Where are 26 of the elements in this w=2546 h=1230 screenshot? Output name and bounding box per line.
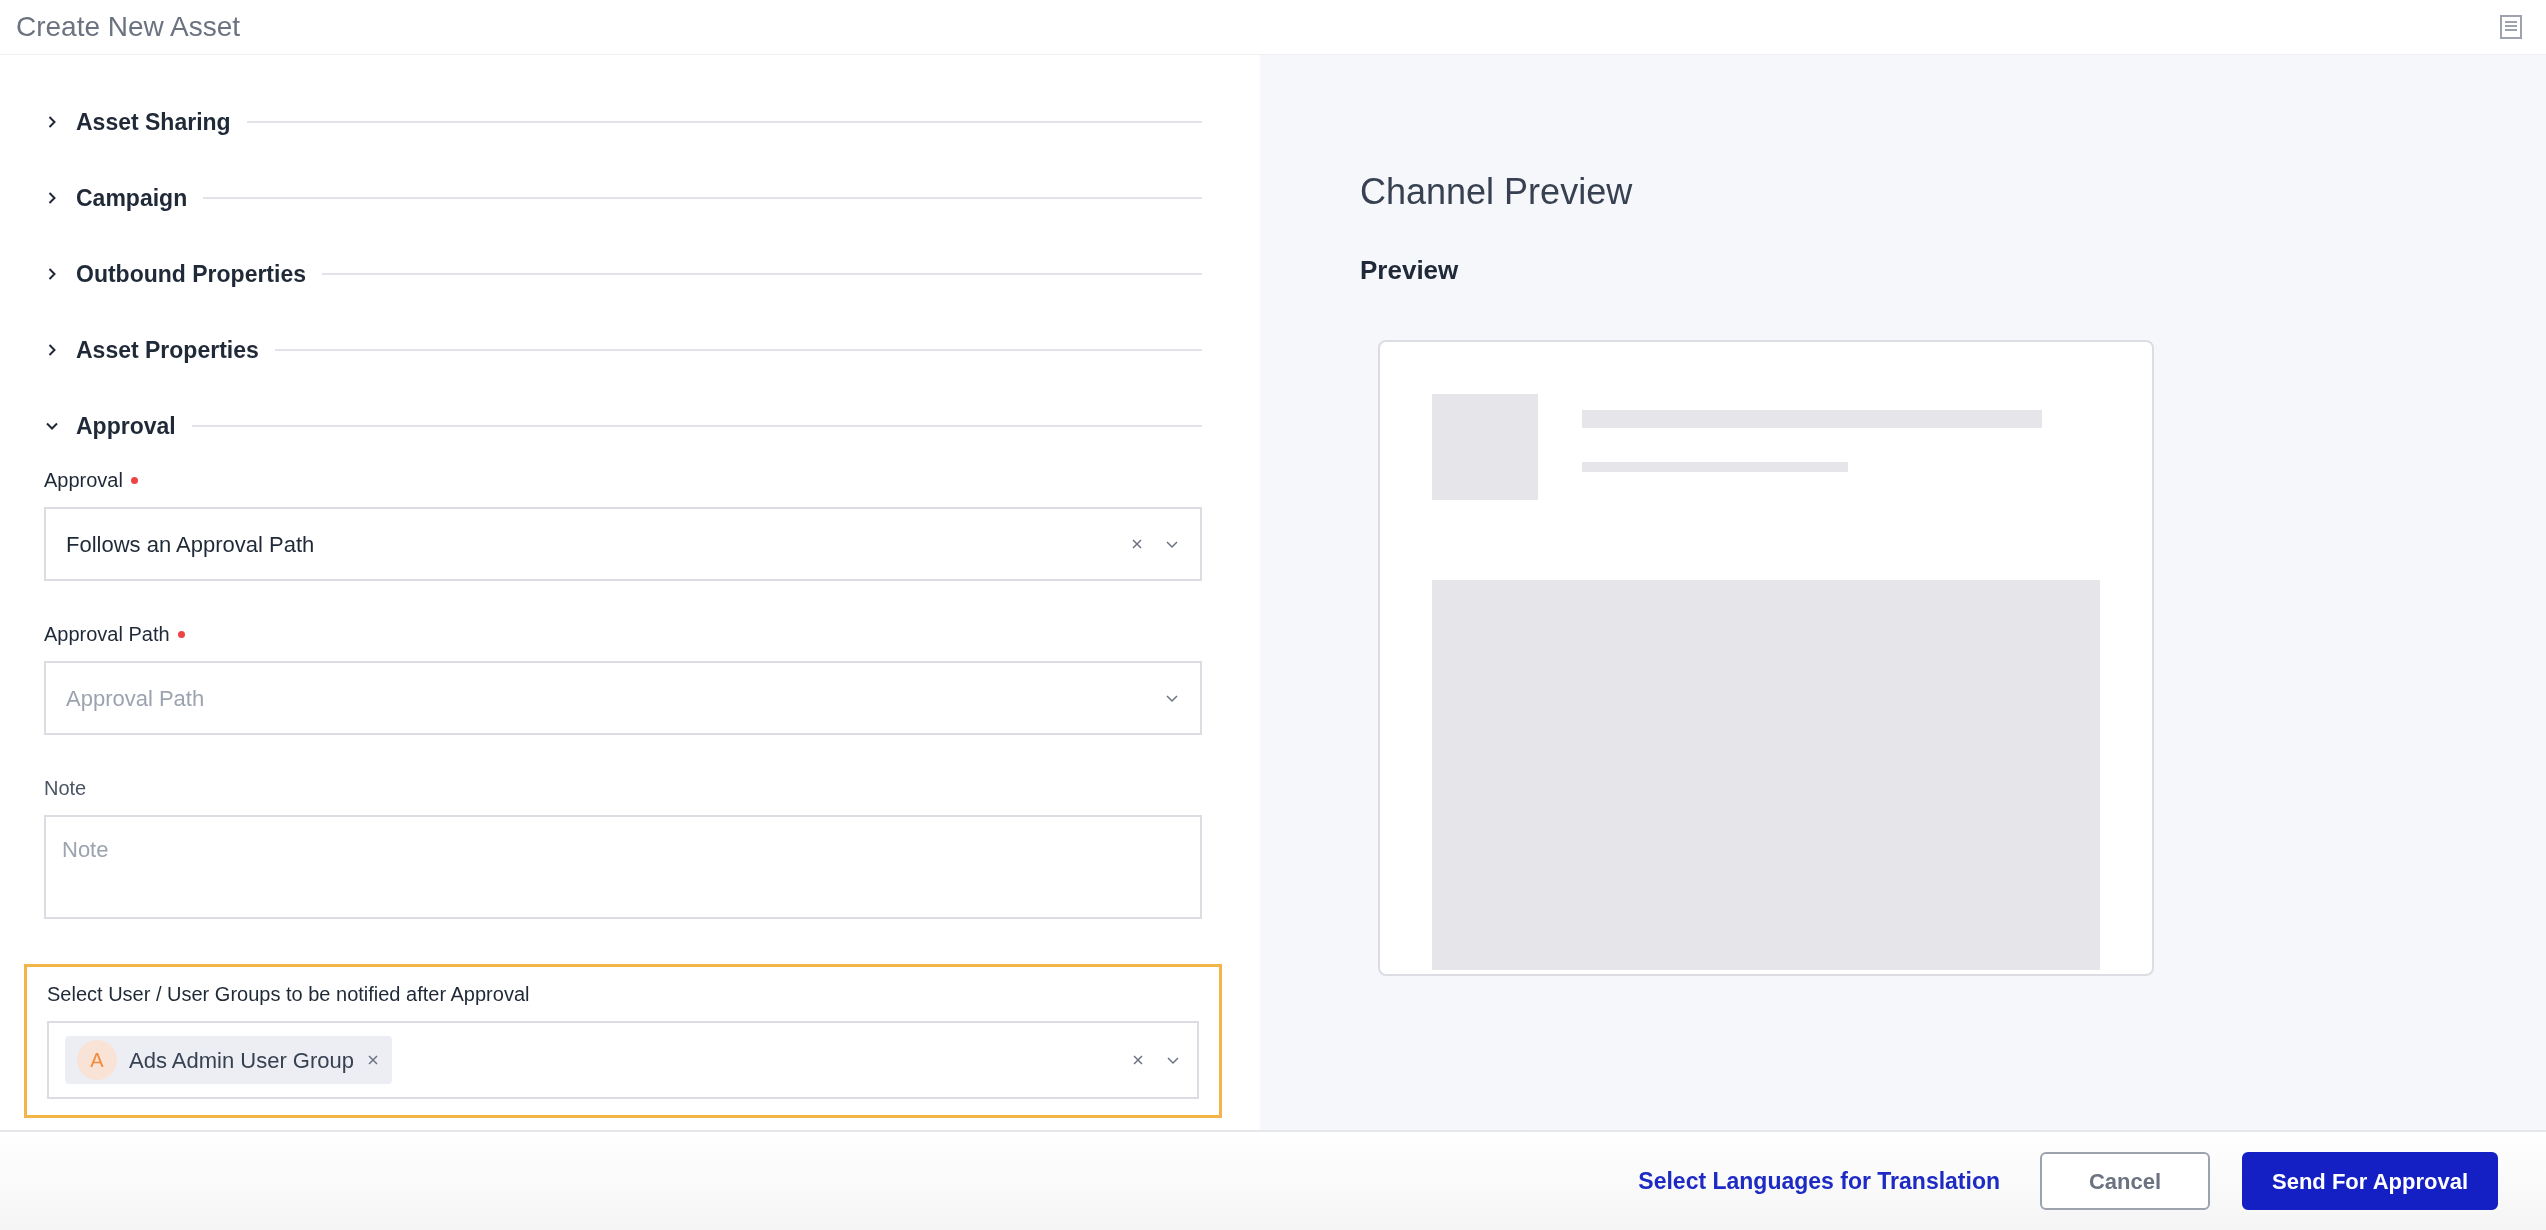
field-label: Note (44, 776, 87, 801)
note-field[interactable]: Note (44, 815, 1202, 919)
select-placeholder: Approval Path (66, 684, 206, 713)
field-label: Approval (44, 468, 123, 493)
section-header[interactable]: Campaign (44, 181, 1202, 215)
avatar-initial: A (77, 1040, 117, 1080)
clear-icon[interactable] (1131, 1053, 1145, 1067)
preview-title: Channel Preview (1360, 170, 1634, 214)
preview-subtitle: Preview (1360, 254, 1460, 287)
field-label: Approval Path (44, 622, 170, 647)
field-label: Select User / User Groups to be notified after Approval (47, 982, 530, 1007)
send-for-approval-button[interactable]: Send For Approval (2242, 1152, 2498, 1210)
clear-icon[interactable] (1130, 537, 1144, 551)
section-header[interactable]: Outbound Properties (44, 257, 1202, 291)
section-header[interactable]: Asset Sharing (44, 105, 1202, 139)
document-icon[interactable] (2500, 15, 2522, 39)
page-title: Create New Asset (16, 10, 241, 44)
remove-tag-icon[interactable] (366, 1053, 380, 1067)
section-header[interactable]: Approval (44, 409, 1202, 443)
select-field[interactable]: Follows an Approval Path (44, 507, 1202, 581)
translation-link[interactable]: Select Languages for Translation (1638, 1163, 2000, 1199)
section-header[interactable]: Asset Properties (44, 333, 1202, 367)
cancel-button[interactable]: Cancel (2040, 1152, 2210, 1210)
multiselect-field[interactable]: A Ads Admin User Group (47, 1021, 1199, 1099)
select-value: Follows an Approval Path (66, 530, 316, 559)
tag-label: Ads Admin User Group (129, 1046, 354, 1075)
